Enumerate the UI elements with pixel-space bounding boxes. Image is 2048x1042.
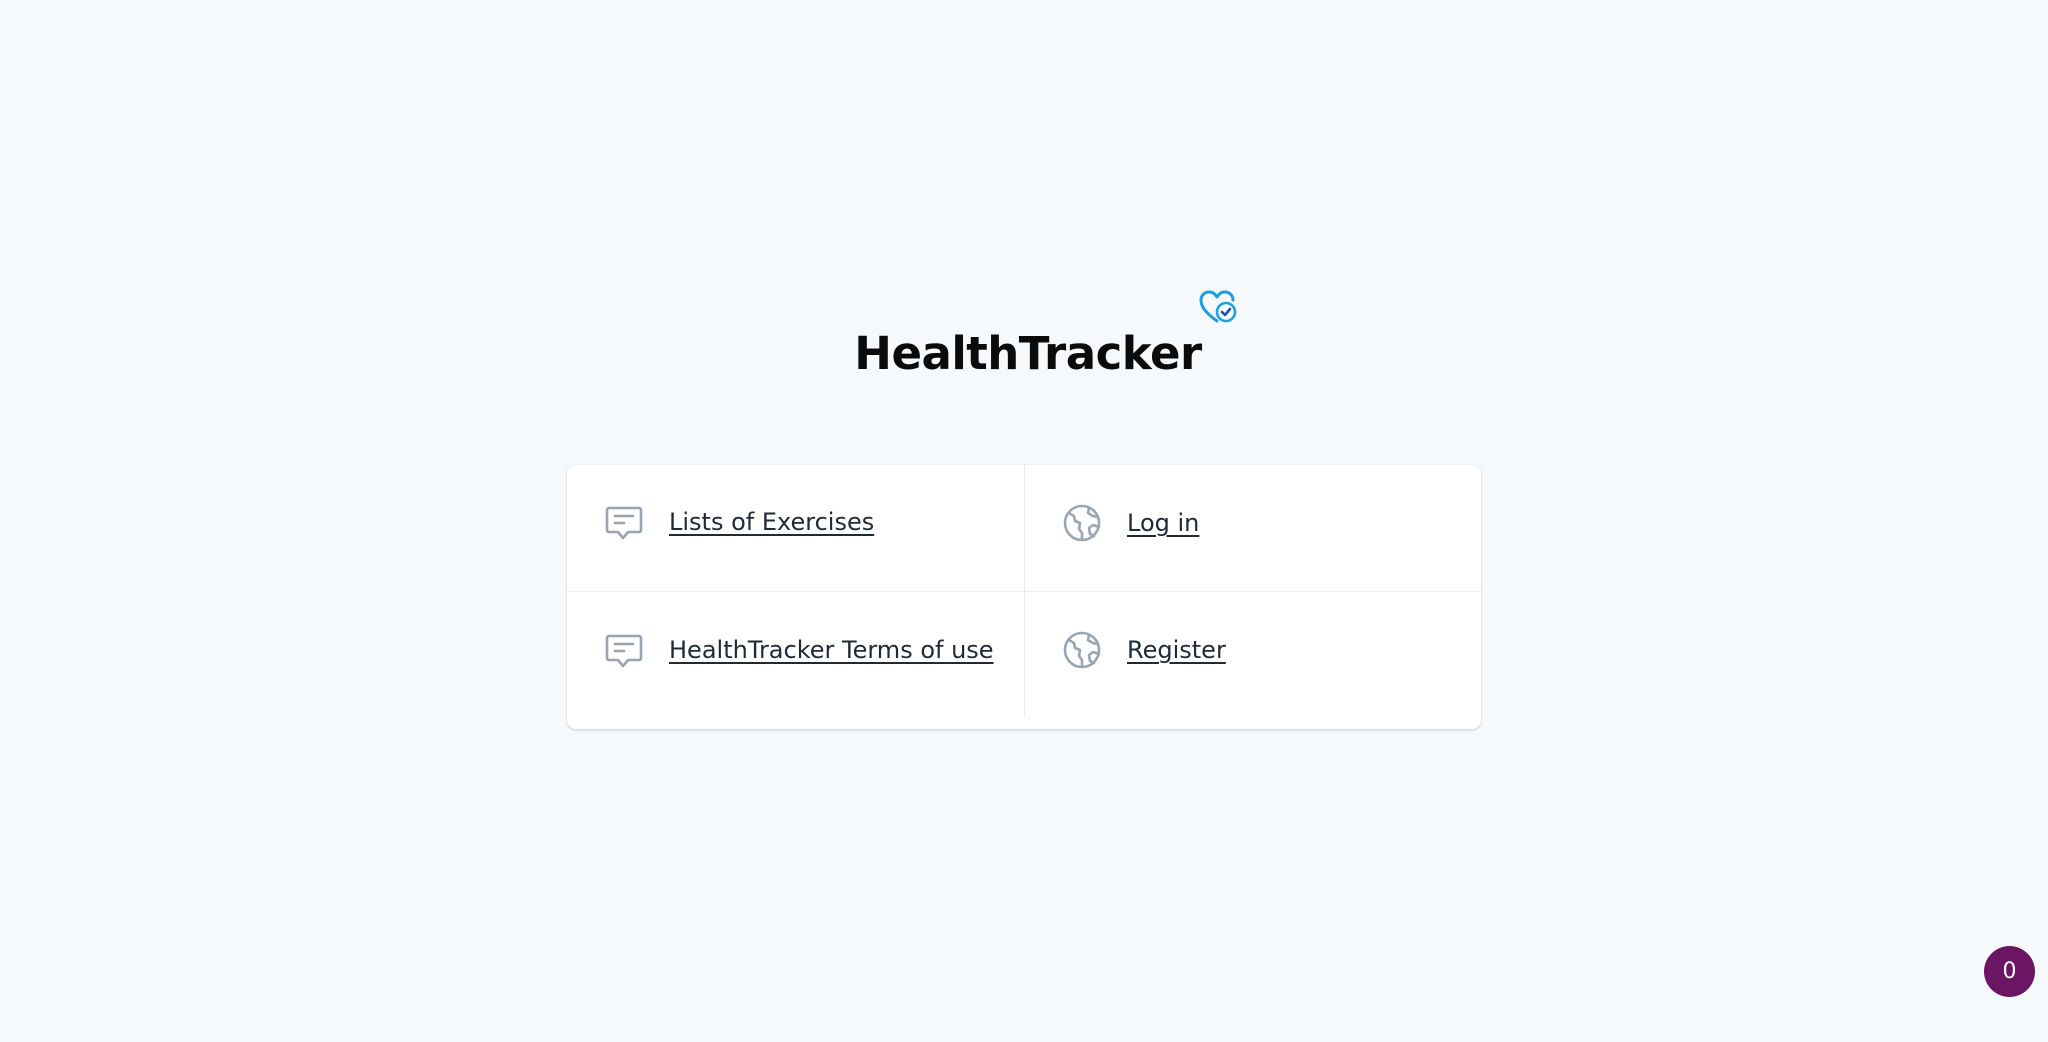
- register-link[interactable]: Register: [1127, 636, 1226, 664]
- exercises-link[interactable]: Lists of Exercises: [669, 508, 874, 536]
- heart-check-icon: [1199, 290, 1237, 323]
- login-link-item: Log in: [1062, 503, 1199, 543]
- links-card: Lists of Exercises Log in HealthTracker …: [567, 465, 1481, 729]
- register-link-item: Register: [1062, 630, 1226, 670]
- globe-icon: [1063, 631, 1101, 669]
- row-divider: [567, 591, 1481, 592]
- brand-title: HealthTracker: [854, 290, 1237, 390]
- brand-header: HealthTracker: [0, 290, 2048, 390]
- counter-badge[interactable]: 0: [1984, 946, 2035, 997]
- terms-link-item: HealthTracker Terms of use: [604, 630, 994, 670]
- login-link[interactable]: Log in: [1127, 509, 1199, 537]
- exercises-link-item: Lists of Exercises: [604, 502, 874, 542]
- terms-link[interactable]: HealthTracker Terms of use: [669, 636, 994, 664]
- message-icon: [605, 506, 643, 540]
- brand-title-text: HealthTracker: [854, 327, 1202, 380]
- globe-icon: [1063, 504, 1101, 542]
- message-icon: [605, 634, 643, 668]
